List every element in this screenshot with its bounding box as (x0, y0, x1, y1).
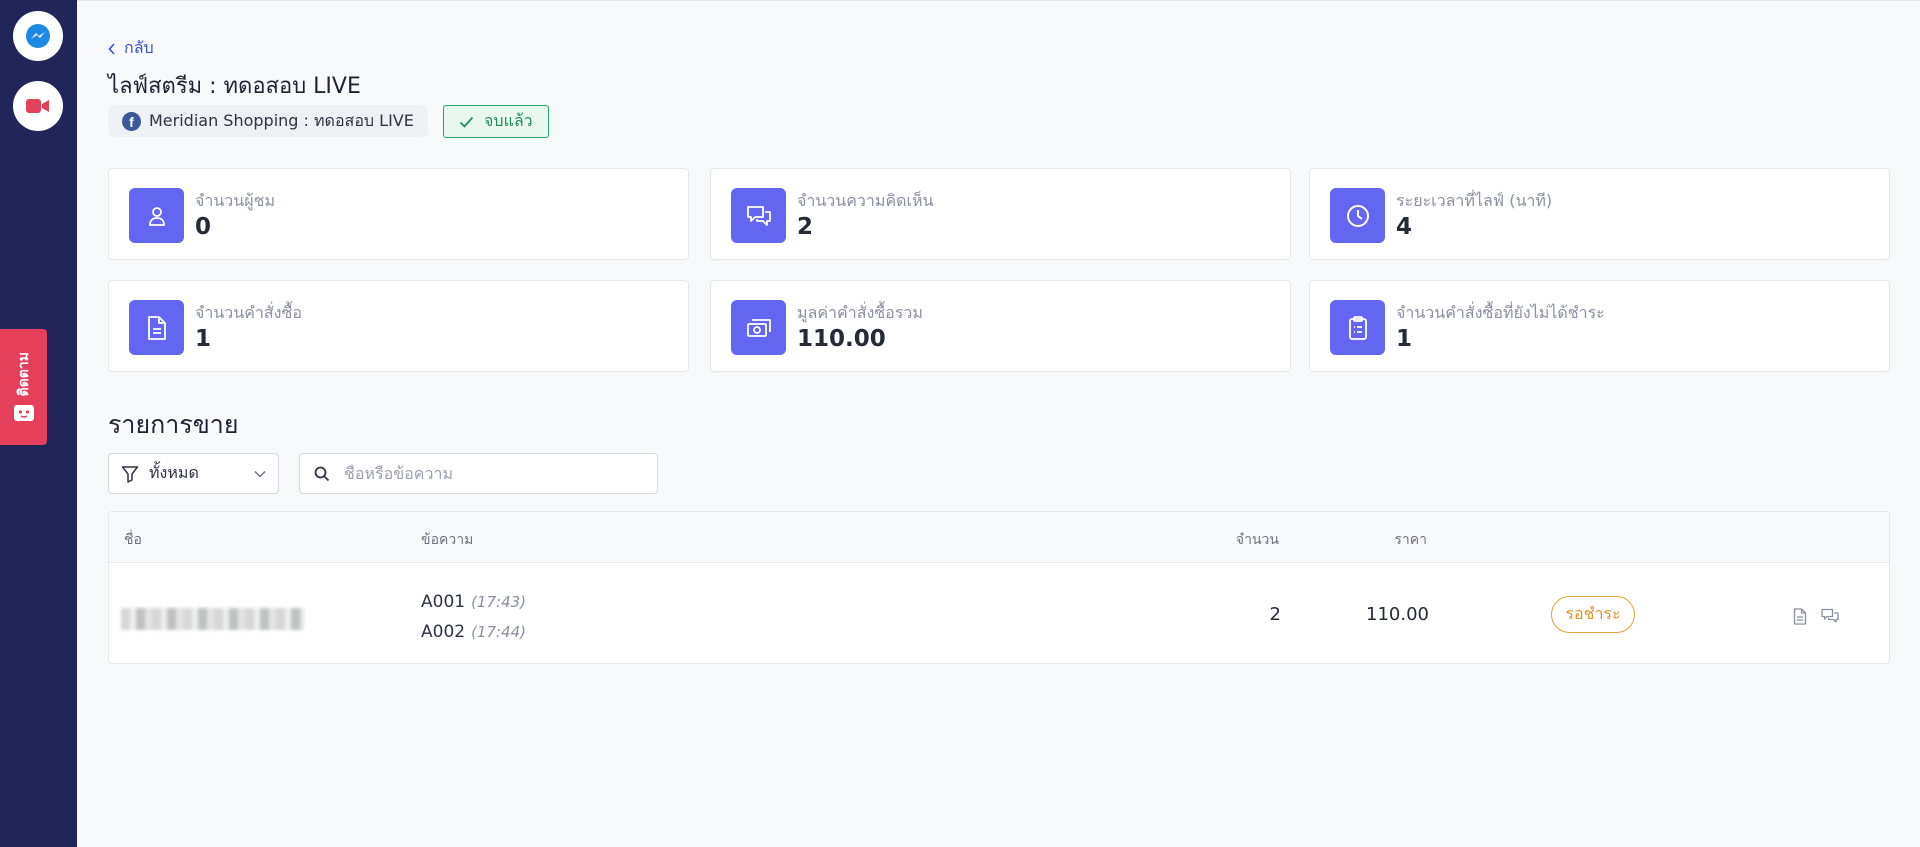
column-header-price: ราคา (1394, 532, 1427, 548)
filter-value: ทั้งหมด (149, 463, 199, 482)
message-time: (17:43) (471, 593, 527, 611)
filter-icon (121, 465, 139, 483)
feedback-label: ติดตาม (15, 351, 32, 397)
message-code: A001 (421, 592, 466, 612)
stat-value: 4 (1396, 214, 1413, 240)
column-header-name: ชื่อ (124, 532, 142, 548)
stat-label: มูลค่าคำสั่งซื้อรวม (797, 303, 923, 322)
messenger-icon (26, 24, 50, 48)
status-badge: จบแล้ว (443, 105, 549, 138)
message-code: A002 (421, 622, 466, 642)
stat-card-orders: จำนวนคำสั่งซื้อ 1 (108, 280, 689, 372)
status-filter-select[interactable]: ทั้งหมด (108, 453, 279, 494)
user-icon (129, 188, 184, 243)
chevron-down-icon (254, 470, 266, 478)
view-comments-button[interactable] (1820, 606, 1840, 626)
stat-value: 1 (195, 326, 212, 352)
clipboard-icon (1330, 300, 1385, 355)
top-divider (77, 0, 1920, 1)
document-icon (129, 300, 184, 355)
search-box (299, 453, 658, 494)
stat-card-unpaid-orders: จำนวนคำสั่งซื้อที่ยังไม่ได้ชำระ 1 (1309, 280, 1890, 372)
price-cell: 110.00 (1366, 604, 1429, 625)
stat-card-viewers: จำนวนผู้ชม 0 (108, 168, 689, 260)
back-label: กลับ (124, 38, 154, 57)
stat-label: จำนวนคำสั่งซื้อ (195, 303, 302, 322)
video-camera-icon (26, 99, 49, 113)
sales-section-title: รายการขาย (108, 410, 239, 439)
left-rail: ติดตาม (0, 0, 77, 847)
customer-name-redacted (121, 608, 304, 630)
stat-card-duration: ระยะเวลาที่ไลฟ์ (นาที) 4 (1309, 168, 1890, 260)
stat-value: 1 (1396, 326, 1413, 352)
stat-card-order-total: มูลค่าคำสั่งซื้อรวม 110.00 (710, 280, 1291, 372)
payment-status-badge: รอชำระ (1551, 596, 1635, 633)
cash-icon (731, 300, 786, 355)
stat-label: จำนวนผู้ชม (195, 191, 275, 210)
column-header-message: ข้อความ (421, 532, 474, 548)
sales-table: ชื่อ ข้อความ จำนวน ราคา A001 (17:43) A002… (108, 511, 1890, 664)
table-header: ชื่อ ข้อความ จำนวน ราคา (109, 512, 1889, 563)
quantity-cell: 2 (1269, 604, 1281, 625)
comments-icon (1821, 608, 1839, 623)
stat-value: 110.00 (797, 326, 886, 352)
message-line: A002 (17:44) (421, 622, 526, 642)
document-icon (1793, 607, 1807, 625)
stat-value: 0 (195, 214, 212, 240)
view-order-button[interactable] (1790, 606, 1810, 626)
comments-icon (731, 188, 786, 243)
clock-icon (1330, 188, 1385, 243)
stat-card-comments: จำนวนความคิดเห็น 2 (710, 168, 1291, 260)
status-label: จบแล้ว (484, 111, 533, 130)
stat-value: 2 (797, 214, 814, 240)
feedback-tab[interactable]: ติดตาม (0, 329, 47, 445)
check-icon (459, 116, 474, 128)
stat-label: ระยะเวลาที่ไลฟ์ (นาที) (1396, 191, 1553, 210)
messenger-button[interactable] (13, 11, 63, 61)
live-video-button[interactable] (13, 81, 63, 131)
facebook-page-chip: f Meridian Shopping : ทดอสอบ LIVE (108, 105, 428, 137)
search-input[interactable] (344, 464, 643, 483)
search-icon (314, 466, 330, 481)
back-link[interactable]: กลับ (108, 36, 154, 61)
message-time: (17:44) (471, 623, 527, 641)
column-header-quantity: จำนวน (1235, 532, 1279, 548)
chat-bot-icon (13, 405, 34, 422)
stat-label: จำนวนคำสั่งซื้อที่ยังไม่ได้ชำระ (1396, 303, 1605, 322)
page-title: ไลฟ์สตรีม : ทดอสอบ LIVE (108, 74, 361, 99)
page-chip-label: Meridian Shopping : ทดอสอบ LIVE (149, 110, 414, 130)
message-line: A001 (17:43) (421, 592, 526, 612)
facebook-icon: f (122, 111, 141, 131)
stat-label: จำนวนความคิดเห็น (797, 191, 934, 210)
chevron-left-icon (108, 42, 115, 55)
